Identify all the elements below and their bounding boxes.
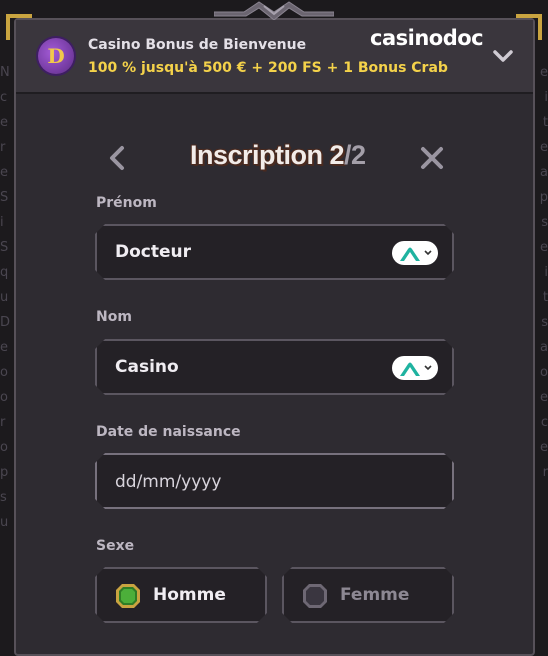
last-name-label: Nom (96, 309, 132, 325)
first-name-label: Prénom (96, 195, 157, 211)
registration-modal (14, 18, 535, 656)
gender-option-homme[interactable]: Homme (95, 567, 267, 623)
form-title: Inscription 2/2 (190, 140, 366, 171)
close-icon[interactable] (419, 145, 445, 171)
bonus-banner[interactable]: D Casino Bonus de Bienvenue 100 % jusqu'… (16, 20, 533, 94)
form-header: Inscription 2/2 (0, 140, 548, 176)
last-name-value: Casino (115, 357, 179, 377)
chevron-left-icon[interactable] (105, 144, 129, 172)
chevron-down-icon[interactable] (492, 47, 514, 65)
gender-option-femme[interactable]: Femme (282, 567, 454, 623)
selected-gem-icon (115, 583, 141, 609)
autofill-mountain-icon (399, 360, 421, 376)
last-name-field[interactable]: Casino (95, 339, 454, 395)
first-name-field[interactable]: Docteur (95, 224, 454, 280)
form-title-step: Inscription 2 (190, 140, 345, 170)
unselected-gem-icon (302, 583, 328, 609)
brand-logo: casinodoc (370, 26, 484, 50)
autofill-button[interactable] (392, 241, 438, 265)
chevron-down-icon (424, 249, 432, 257)
chevron-down-icon (424, 364, 432, 372)
casino-logo: D (38, 38, 74, 74)
bonus-title: Casino Bonus de Bienvenue (88, 37, 307, 53)
birthdate-field[interactable] (95, 453, 454, 509)
autofill-button[interactable] (392, 356, 438, 380)
header-ornament (214, 1, 334, 21)
gender-option-label: Femme (340, 585, 410, 605)
first-name-value: Docteur (115, 242, 192, 262)
form-title-total: /2 (344, 140, 366, 170)
birthdate-input[interactable] (113, 467, 437, 497)
gender-label: Sexe (96, 538, 135, 554)
bonus-offer: 100 % jusqu'à 500 € + 200 FS + 1 Bonus C… (88, 60, 448, 76)
autofill-mountain-icon (399, 245, 421, 261)
birthdate-label: Date de naissance (96, 424, 241, 440)
gender-option-label: Homme (153, 585, 226, 605)
